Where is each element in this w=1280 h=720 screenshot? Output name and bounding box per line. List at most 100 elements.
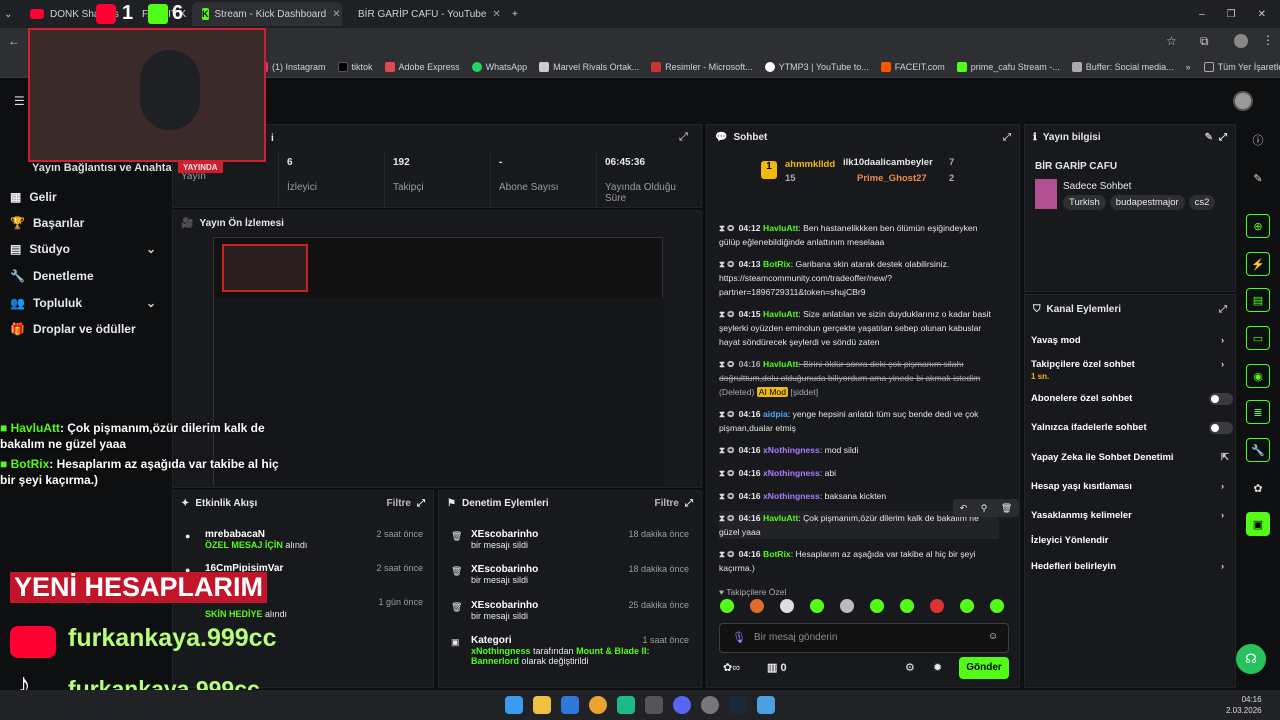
emote-icon[interactable]: [990, 599, 1004, 613]
account-age-action[interactable]: Hesap yaşı kısıtlaması ›: [1031, 481, 1231, 492]
bookmark-item[interactable]: (1) Instagram: [258, 61, 326, 72]
chat-input[interactable]: 🎙 Bir mesaj gönderin ☺: [719, 623, 1009, 653]
emote-icon[interactable]: [960, 599, 974, 613]
minimize-icon[interactable]: –: [1199, 9, 1205, 20]
gift-icon[interactable]: ✹: [933, 661, 942, 674]
followers-only-action[interactable]: Takipçilere özel sohbet ›: [1031, 359, 1231, 370]
emote-icon[interactable]: [810, 599, 824, 613]
discord-icon[interactable]: [673, 696, 691, 714]
filter-button[interactable]: Filtre: [387, 498, 411, 509]
drops-icon[interactable]: ✿: [1246, 476, 1270, 500]
emote-only-toggle[interactable]: [1209, 421, 1233, 434]
sidebar-item-studio[interactable]: ▤ Stüdyo ⌄: [10, 242, 160, 256]
expand-icon[interactable]: ⤢: [1219, 304, 1227, 315]
emote-icon[interactable]: [840, 599, 854, 613]
back-icon[interactable]: ←: [8, 34, 20, 48]
extensions-icon[interactable]: ⧉: [1200, 34, 1209, 49]
chat-message[interactable]: ⧗ ◎ 04:16 xNothingness: mod sildi: [719, 443, 999, 457]
subscribers-only-toggle[interactable]: [1209, 392, 1233, 405]
menu-icon[interactable]: ⋮: [1262, 33, 1274, 47]
bookmark-item[interactable]: Buffer: Social media...: [1071, 61, 1174, 72]
bookmark-item[interactable]: tiktok: [337, 61, 373, 72]
goals-action[interactable]: Hedefleri belirleyin ›: [1031, 561, 1231, 572]
bookmark-item[interactable]: prime_cafu Stream -...: [956, 61, 1060, 72]
chat-icon[interactable]: ▭: [1246, 326, 1270, 350]
edit-icon[interactable]: ✎: [1246, 166, 1270, 190]
sidebar-item-drops[interactable]: 🎁 Droplar ve ödüller: [10, 322, 136, 336]
settings-icon[interactable]: ⚙: [905, 661, 915, 674]
maximize-icon[interactable]: ❐: [1227, 9, 1236, 20]
emoji-icon[interactable]: ☺: [988, 631, 998, 642]
emote-icon[interactable]: [720, 599, 734, 613]
close-tab-icon[interactable]: ✕: [332, 9, 340, 20]
emote-icon[interactable]: [870, 599, 884, 613]
chat-message[interactable]: ⧗ ◎ 04:16 xNothingness: abi: [719, 466, 999, 480]
tag-pill[interactable]: budapestmajor: [1109, 195, 1185, 210]
edit-icon[interactable]: ✎: [1205, 132, 1213, 143]
emote-icon[interactable]: [750, 599, 764, 613]
support-chat-button[interactable]: ☊: [1236, 644, 1266, 674]
points-icon[interactable]: ✿∞: [723, 661, 740, 674]
chat-message[interactable]: ⧗ ◎ 04:13 BotRix: Garibana skin atarak d…: [719, 257, 999, 299]
chat-message[interactable]: ⧗ ◎ 04:12 HavluAtt: Ben hastanelikkken b…: [719, 221, 999, 249]
steam-icon[interactable]: [729, 696, 747, 714]
bookmark-item[interactable]: YTMP3 | YouTube to...: [764, 61, 869, 72]
emote-icon[interactable]: [900, 599, 914, 613]
start-icon[interactable]: [505, 696, 523, 714]
sidebar-item-revenue[interactable]: ▦ Gelir: [10, 190, 57, 204]
bookmark-item[interactable]: Marvel Rivals Ortak...: [539, 61, 639, 72]
bookmark-item[interactable]: FACEIT.com: [880, 61, 945, 72]
bookmark-item[interactable]: Adobe Express: [384, 61, 460, 72]
filter-button[interactable]: Filtre: [655, 498, 679, 509]
ai-moderation-action[interactable]: Yapay Zeka ile Sohbet Denetimi ⇱: [1031, 452, 1231, 463]
bolt-icon[interactable]: ⚡: [1246, 252, 1270, 276]
browser-tab-4[interactable]: BİR GARİP CAFU - YouTube ✕: [342, 2, 502, 26]
delete-icon[interactable]: 🗑: [1001, 503, 1012, 514]
stack-icon[interactable]: ≣: [1246, 400, 1270, 424]
expand-icon[interactable]: ⤢: [1219, 132, 1227, 143]
profile-avatar[interactable]: [1234, 34, 1248, 48]
close-tab-icon[interactable]: ✕: [492, 9, 500, 20]
app-icon[interactable]: ▣: [1246, 512, 1270, 536]
mic-icon[interactable]: 🎙: [732, 631, 746, 644]
tab-search-button[interactable]: ⌄: [0, 2, 20, 26]
expand-icon[interactable]: ⤢: [679, 131, 688, 144]
chat-message-deleted[interactable]: ⧗ ◎ 04:16 HavluAtt: Birini öldür sonra d…: [719, 357, 999, 399]
close-window-icon[interactable]: ✕: [1258, 9, 1266, 20]
new-tab-button[interactable]: +: [502, 2, 522, 26]
app-icon[interactable]: [757, 696, 775, 714]
hamburger-menu-icon[interactable]: ☰: [14, 94, 25, 108]
app-icon[interactable]: [617, 696, 635, 714]
chat-message[interactable]: ⧗ ◎ 04:16 BotRix: Hesaplarım az aşağıda …: [719, 547, 999, 575]
app-icon[interactable]: [701, 696, 719, 714]
app-icon[interactable]: [561, 696, 579, 714]
raid-action[interactable]: İzleyici Yönlendir: [1031, 535, 1231, 546]
expand-icon[interactable]: ⤢: [417, 498, 425, 509]
emote-icon[interactable]: [780, 599, 794, 613]
pin-icon[interactable]: ⚲: [981, 503, 988, 514]
sidebar-item-community[interactable]: 👥 Topluluk ⌄: [10, 296, 160, 310]
explorer-icon[interactable]: [533, 696, 551, 714]
slow-mode-action[interactable]: Yavaş mod ›: [1031, 335, 1231, 346]
banned-words-action[interactable]: Yasaklanmış kelimeler ›: [1031, 510, 1231, 521]
tag-pill[interactable]: Turkish: [1063, 195, 1106, 210]
tag-pill[interactable]: cs2: [1188, 195, 1216, 210]
bookmark-item[interactable]: Resimler - Microsoft...: [651, 61, 753, 72]
send-button[interactable]: Gönder: [959, 657, 1009, 679]
reply-icon[interactable]: ↶: [960, 503, 968, 514]
chat-message[interactable]: ⧗ ◎ 04:16 aidpia: yenge hepsini anlatdı …: [719, 407, 999, 435]
system-clock[interactable]: 04:16 2.03.2026: [1226, 694, 1262, 716]
target-icon[interactable]: ⊕: [1246, 214, 1270, 238]
chrome-icon[interactable]: [589, 696, 607, 714]
emote-icon[interactable]: [930, 599, 944, 613]
broadcast-icon[interactable]: ◉: [1246, 364, 1270, 388]
sidebar-item-achievements[interactable]: 🏆 Başarılar: [10, 216, 84, 230]
browser-tab-3[interactable]: K Stream - Kick Dashboard ✕: [192, 2, 342, 26]
expand-icon[interactable]: ⤢: [1003, 132, 1011, 143]
clipboard-icon[interactable]: ▤: [1246, 288, 1270, 312]
all-bookmarks-folder[interactable]: » Tüm Yer İşaretleri: [1186, 61, 1280, 72]
expand-icon[interactable]: ⤢: [685, 498, 693, 509]
info-icon[interactable]: ⓘ: [1246, 128, 1270, 152]
wrench-icon[interactable]: 🔧: [1246, 438, 1270, 462]
user-avatar[interactable]: [1233, 91, 1253, 111]
